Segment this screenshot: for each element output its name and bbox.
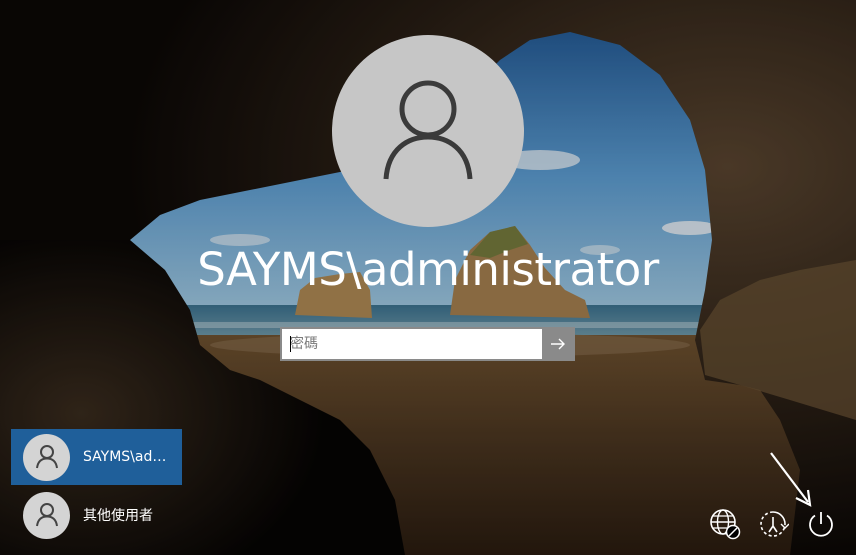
ease-of-access-button[interactable] bbox=[756, 507, 790, 541]
avatar bbox=[23, 491, 70, 539]
user-list-item-other-user[interactable]: 其他使用者 bbox=[11, 487, 182, 543]
power-icon bbox=[809, 512, 833, 537]
user-list-item-label: 其他使用者 bbox=[83, 508, 153, 524]
username-heading: SAYMS\administrator bbox=[197, 243, 659, 296]
avatar bbox=[23, 433, 70, 481]
user-list-item-administrator[interactable]: SAYMS\ad… bbox=[11, 429, 182, 485]
user-avatar-large bbox=[332, 35, 524, 227]
user-list-item-label: SAYMS\ad… bbox=[83, 449, 167, 465]
user-list: SAYMS\ad… 其他使用者 bbox=[11, 429, 182, 543]
user-icon bbox=[35, 445, 58, 469]
network-icon bbox=[710, 509, 741, 540]
password-input[interactable] bbox=[282, 329, 543, 359]
user-icon bbox=[383, 80, 473, 180]
user-icon bbox=[35, 503, 58, 527]
power-button[interactable] bbox=[804, 507, 838, 541]
submit-button[interactable] bbox=[542, 329, 573, 359]
ease-of-access-icon bbox=[760, 511, 789, 537]
lock-screen: SAYMS\administrator SAYMS\ad… 其他使用者 bbox=[0, 0, 856, 555]
text-caret bbox=[290, 336, 291, 352]
password-box bbox=[280, 327, 575, 361]
system-buttons bbox=[694, 507, 838, 541]
network-button[interactable] bbox=[708, 507, 742, 541]
arrow-right-icon bbox=[550, 338, 565, 350]
pointer-arrow-annotation bbox=[770, 452, 812, 507]
